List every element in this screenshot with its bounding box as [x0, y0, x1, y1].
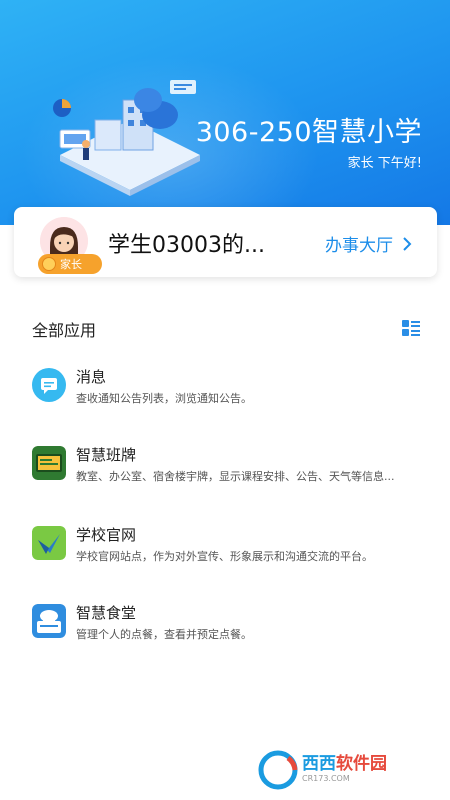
greeting-text: 家长 下午好!	[347, 156, 422, 171]
role-badge: 家长	[38, 254, 102, 274]
school-website-icon	[32, 526, 66, 560]
list-view-icon[interactable]	[402, 320, 420, 336]
app-item-school-website[interactable]: 学校官网 学校官网站点，作为对外宣传、形象展示和沟通交流的平台。	[32, 526, 432, 572]
app-item-canteen[interactable]: 智慧食堂 管理个人的点餐，查看并预定点餐。	[32, 604, 432, 650]
app-desc: 管理个人的点餐，查看并预定点餐。	[76, 628, 252, 641]
watermark: 西西 软件园 CR173.COM	[258, 748, 438, 792]
app-desc: 教室、办公室、宿舍楼宇牌，显示课程安排、公告、天气等信息...	[76, 470, 395, 483]
smart-campus-illustration	[53, 80, 200, 196]
watermark-logo-icon	[258, 750, 298, 790]
coin-icon	[42, 257, 56, 271]
canteen-icon	[32, 604, 66, 638]
app-item-class-board[interactable]: 智慧班牌 教室、办公室、宿舍楼宇牌，显示课程安排、公告、天气等信息...	[32, 446, 432, 492]
app-desc: 查收通知公告列表，浏览通知公告。	[76, 392, 252, 405]
watermark-main-red: 软件园	[336, 754, 387, 774]
header-banner: 306-250智慧小学 家长 下午好!	[0, 0, 450, 225]
watermark-text: 西西 软件园 CR173.COM	[302, 755, 387, 785]
watermark-main: 西西 软件园	[302, 755, 387, 773]
message-icon	[32, 368, 66, 402]
service-hall-label: 办事大厅	[325, 236, 393, 256]
app-item-message[interactable]: 消息 查收通知公告列表，浏览通知公告。	[32, 368, 432, 414]
app-name: 智慧食堂	[76, 604, 137, 622]
student-name[interactable]: 学生03003的...	[108, 227, 265, 259]
app-name: 智慧班牌	[76, 446, 137, 464]
service-hall-link[interactable]: 办事大厅	[325, 231, 413, 256]
role-badge-label: 家长	[60, 258, 82, 271]
profile-card[interactable]: 家长 学生03003的... 办事大厅	[14, 207, 437, 277]
school-name: 306-250智慧小学	[195, 117, 422, 148]
class-board-icon	[32, 446, 66, 480]
watermark-sub: CR173.COM	[302, 774, 350, 783]
app-name: 消息	[76, 368, 107, 386]
section-title: 全部应用	[32, 321, 97, 340]
chevron-right-icon	[403, 236, 412, 251]
app-desc: 学校官网站点，作为对外宣传、形象展示和沟通交流的平台。	[76, 550, 373, 563]
watermark-main-blue: 西西	[302, 754, 336, 774]
app-name: 学校官网	[76, 526, 137, 544]
